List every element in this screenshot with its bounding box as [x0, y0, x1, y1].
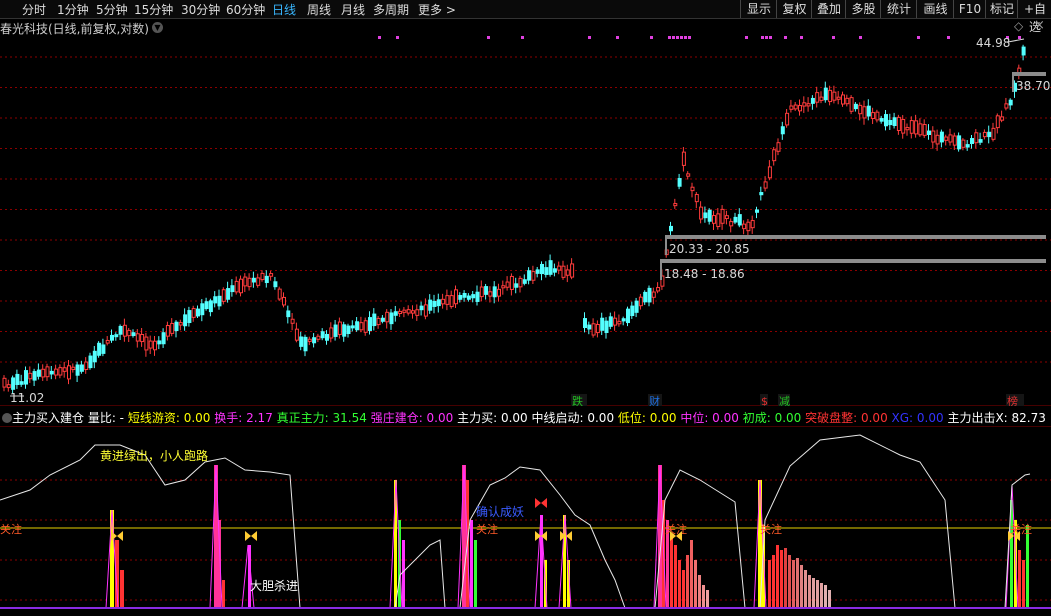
chevron-down-icon[interactable]: ▼ [152, 22, 163, 33]
period-tab-10[interactable]: 更多 > [418, 1, 456, 18]
yellow-annotation: 黄进绿出，小人跑路 [100, 448, 208, 463]
zone-1-label: 20.33 - 20.85 [669, 242, 750, 256]
indicator-value-9: 初成: 0.00 [742, 411, 806, 425]
svg-text:$: $ [761, 395, 768, 406]
settings-icon[interactable]: ◇ [1014, 20, 1026, 32]
indicator-value-11: XG: 0.00 [891, 411, 948, 425]
event-markers[interactable]: 跌 财 $ 减 榜 [571, 394, 1024, 406]
indicator-name[interactable]: 主力买入建仓 [12, 411, 88, 425]
period-tab-6[interactable]: 日线 [272, 1, 296, 18]
zone-1: 20.33 - 20.85 [665, 235, 1046, 256]
indicator-value-2: 换手: 2.17 [214, 411, 277, 425]
indicator-value-10: 突破盘整: 0.00 [805, 411, 892, 425]
event-marker-3[interactable]: 减 [778, 394, 790, 406]
period-tab-8[interactable]: 月线 [341, 1, 365, 18]
period-tab-9[interactable]: 多周期 [373, 1, 409, 18]
svg-text:减: 减 [779, 395, 790, 406]
period-tab-3[interactable]: 15分钟 [134, 1, 173, 18]
period-toolbar: 分时 1分钟 5分钟 15分钟 30分钟 60分钟 日线 周线 月线 多周期 更多 > 显示 复权 叠加多… [0, 0, 1051, 34]
svg-text:关注: 关注 [665, 522, 687, 536]
period-tab-4[interactable]: 30分钟 [181, 1, 220, 18]
event-marker-4[interactable]: 榜 [1006, 394, 1024, 406]
toolbar-button-2[interactable]: 叠加 [811, 0, 846, 18]
zone-2: 18.48 - 18.86 [660, 259, 1046, 281]
indicator-value-4: 强庄建仓: 0.00 [370, 411, 458, 425]
svg-text:关注: 关注 [476, 522, 498, 536]
svg-text:关注: 关注 [1010, 522, 1032, 536]
blue-annotation: 确认成妖 [476, 505, 524, 519]
last-price-label: 38.70 [1016, 79, 1050, 93]
low-price-label: 11.02 [10, 391, 44, 405]
event-marker-2[interactable]: $ [760, 394, 768, 406]
svg-text:财: 财 [649, 394, 660, 406]
period-tab-5[interactable]: 60分钟 [226, 1, 265, 18]
butterfly-icon [535, 498, 547, 508]
signal-dots [378, 36, 1021, 39]
period-tab-2[interactable]: 5分钟 [96, 1, 128, 18]
period-tab-0[interactable]: 分时 [22, 1, 46, 18]
indicator-value-6: 中线启动: 0.00 [531, 411, 618, 425]
toolbar-button-5[interactable]: 画线 [916, 0, 954, 18]
candlestick-chart[interactable]: 20.33 - 20.85 18.48 - 18.86 38.70 44.98 … [0, 34, 1051, 406]
toolbar-button-3[interactable]: 多股 [845, 0, 881, 18]
indicator-value-1: 短线游资: 0.00 [127, 411, 215, 425]
period-tab-7[interactable]: 周线 [307, 1, 331, 18]
svg-text:关注: 关注 [0, 522, 22, 536]
toolbar-button-4[interactable]: 统计 [880, 0, 917, 18]
white-annotation: 大胆杀进 [250, 578, 298, 593]
attention-labels: 关注 关注 关注 关注 关注 [0, 522, 1032, 536]
event-marker-0[interactable]: 跌 [571, 394, 587, 406]
indicator-chart[interactable]: 黄进绿出，小人跑路 确认成妖 大胆杀进 关注 关注 关注 关注 关注 [0, 426, 1051, 616]
high-price-label: 44.98 [976, 36, 1010, 50]
indicator-value-8: 中位: 0.00 [680, 411, 743, 425]
toolbar-button-0[interactable]: 显示 [740, 0, 777, 18]
indicator-settings-icon[interactable] [2, 413, 12, 423]
close-icon[interactable]: × [1034, 19, 1045, 32]
toolbar-button-8[interactable]: +自选 [1017, 0, 1051, 34]
svg-text:关注: 关注 [760, 522, 782, 536]
indicator-value-12: 主力出击X: 82.73 [947, 411, 1050, 425]
high-price-marker: 44.98 [976, 36, 1025, 50]
svg-text:跌: 跌 [572, 394, 583, 406]
indicator-value-5: 主力买: 0.00 [457, 411, 532, 425]
butterfly-icon [245, 531, 257, 541]
zone-2-label: 18.48 - 18.86 [664, 267, 745, 281]
candles [2, 44, 1026, 394]
indicator-value-3: 真正主力: 31.54 [276, 411, 371, 425]
event-marker-1[interactable]: 财 [648, 394, 662, 406]
indicator-header: 主力买入建仓 量比: - 短线游资: 0.00 换手: 2.17 真正主力: 3… [0, 409, 1051, 426]
toolbar-button-1[interactable]: 复权 [776, 0, 812, 18]
svg-text:榜: 榜 [1007, 394, 1018, 406]
indicator-value-7: 低位: 0.00 [617, 411, 681, 425]
toolbar-button-6[interactable]: F10 [953, 0, 986, 18]
toolbar-button-7[interactable]: 标记 [985, 0, 1018, 18]
price-grid [0, 56, 1051, 406]
indicator-value-0: 量比: - [87, 411, 128, 425]
period-tab-1[interactable]: 1分钟 [57, 1, 89, 18]
last-price-marker: 38.70 [1012, 72, 1050, 93]
low-price-marker: 11.02 [10, 391, 44, 405]
